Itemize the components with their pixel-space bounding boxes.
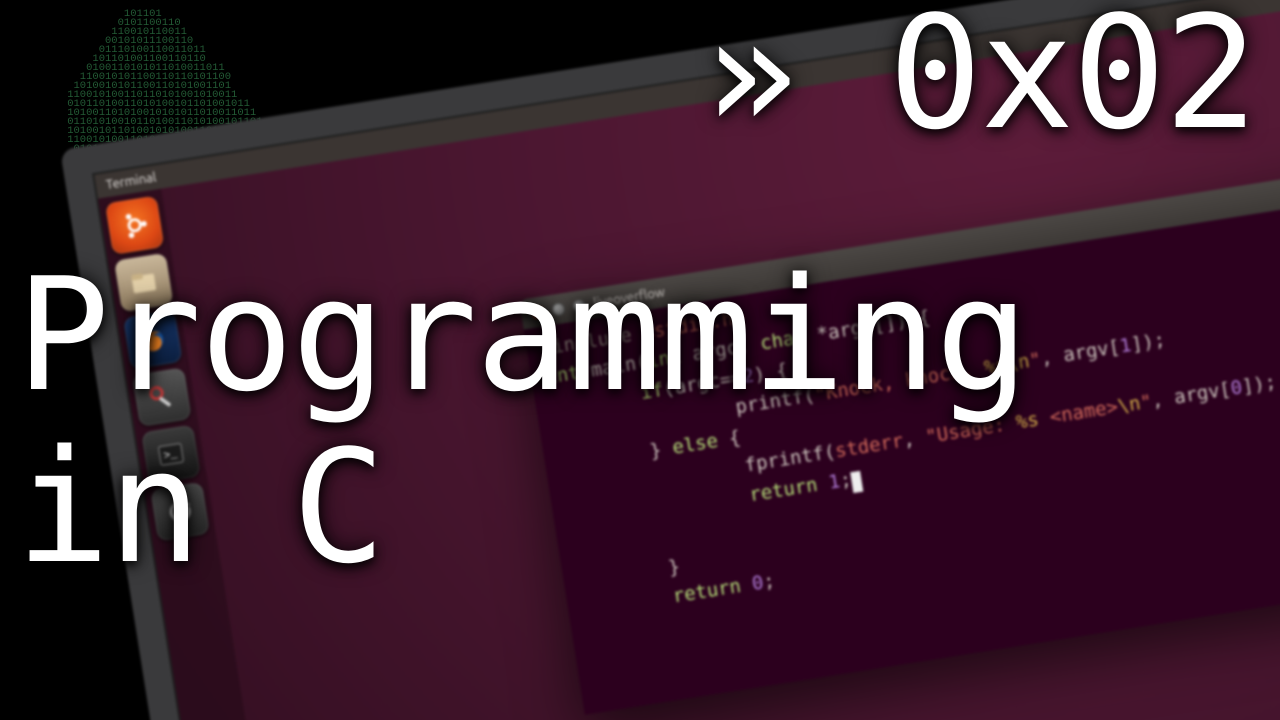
code-token: , argv[ <box>1039 336 1122 370</box>
code-token: ]); <box>1240 371 1277 398</box>
topbar-app-name: Terminal <box>105 170 157 192</box>
episode-number: » 0x02 <box>704 0 1256 164</box>
code-token: ]); <box>1129 329 1166 356</box>
code-token: , argv[ <box>1150 378 1233 412</box>
code-token: <name> <box>1037 396 1120 430</box>
main-title: Programming in C <box>16 250 1027 593</box>
